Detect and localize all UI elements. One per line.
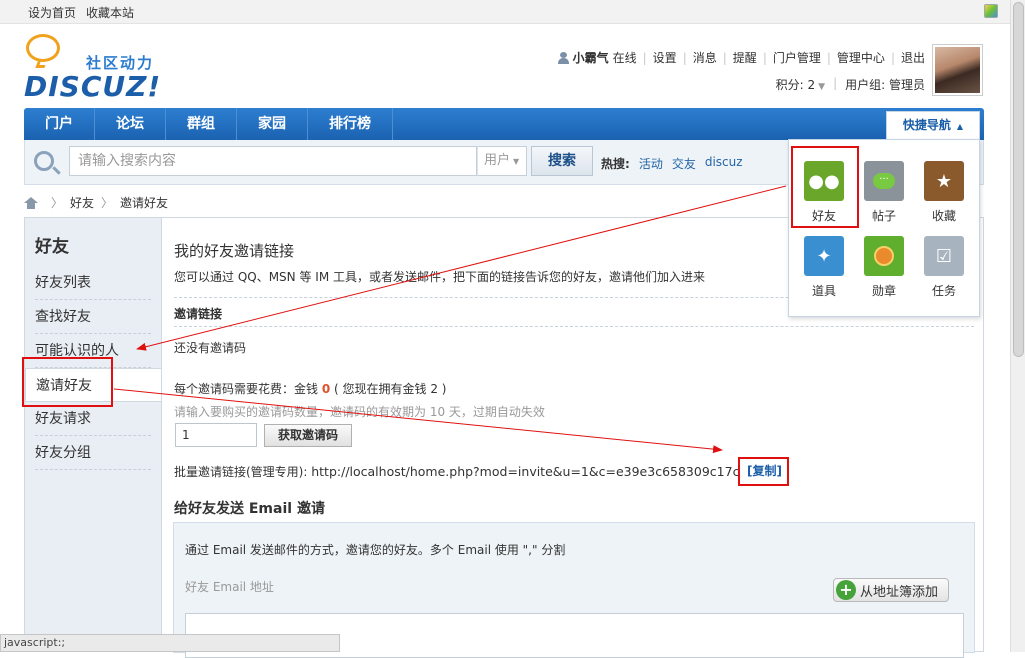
style-switch-icon[interactable] xyxy=(984,4,998,18)
hot-keyword[interactable]: 交友 xyxy=(672,155,696,172)
hot-searches: 热搜: 活动 交友 discuz xyxy=(601,155,743,172)
logout-link[interactable]: 退出 xyxy=(901,49,925,66)
portal-admin-link[interactable]: 门户管理 xyxy=(773,49,821,66)
quicknav-item-posts[interactable]: ··· 帖子 xyxy=(854,161,914,224)
username-link[interactable]: 小霸气 xyxy=(573,49,609,66)
nav-item-home[interactable]: 家园 xyxy=(237,108,308,140)
batch-invite-link-row: 批量邀请链接(管理专用): http://localhost/home.php?… xyxy=(174,464,740,479)
home-icon[interactable] xyxy=(24,196,38,209)
invite-quantity-input[interactable]: 1 xyxy=(175,423,257,447)
breadcrumb-friends[interactable]: 好友 xyxy=(70,194,94,211)
bookmark-site-link[interactable]: 收藏本站 xyxy=(86,4,134,21)
quicknav-item-tasks[interactable]: ☑ 任务 xyxy=(914,236,974,299)
quick-nav-button[interactable]: 快捷导航 ▲ xyxy=(886,111,980,140)
admin-center-link[interactable]: 管理中心 xyxy=(837,49,885,66)
nav-item-forum[interactable]: 论坛 xyxy=(95,108,166,140)
plus-icon: + xyxy=(836,580,856,600)
page-description: 您可以通过 QQ、MSN 等 IM 工具，或者发送邮件，把下面的链接告诉您的好友… xyxy=(174,270,705,284)
email-invite-heading: 给好友发送 Email 邀请 xyxy=(174,501,325,517)
magic-wand-icon: ✦ xyxy=(804,236,844,276)
messages-link[interactable]: 消息 xyxy=(693,49,717,66)
logo-wordmark: DISCUZ! xyxy=(24,70,162,103)
avatar[interactable] xyxy=(932,44,983,96)
chevron-down-icon: ▼ xyxy=(818,82,826,92)
online-status: 在线 xyxy=(612,51,637,65)
status-bar: javascript:; xyxy=(0,634,340,652)
page-title: 我的好友邀请链接 xyxy=(174,242,295,260)
sidebar-item-friend-list[interactable]: 好友列表 xyxy=(35,266,151,300)
divider xyxy=(174,326,974,327)
invite-hint: 请输入要购买的邀请码数量，邀请码的有效期为 10 天，过期自动失效 xyxy=(174,405,545,419)
hot-label: 热搜: xyxy=(601,157,630,171)
post-bubble-icon: ··· xyxy=(864,161,904,201)
sidebar-item-find-friends[interactable]: 查找好友 xyxy=(35,300,151,334)
search-icon xyxy=(34,151,54,171)
user-bar: 小霸气 在线 | 设置 | 消息 | 提醒 | 门户管理 | 管理中心 | 退出 xyxy=(557,49,925,66)
cost-value: 0 xyxy=(321,382,331,396)
quicknav-item-favorites[interactable]: ★ 收藏 xyxy=(914,161,974,224)
nav-item-ranking[interactable]: 排行榜 xyxy=(308,108,393,140)
nav-item-portal[interactable]: 门户 xyxy=(24,108,95,140)
invite-cost-text: 每个邀请码需要花费：金钱 0 ( 您现在拥有金钱 2 ) xyxy=(174,382,447,396)
hot-keyword[interactable]: 活动 xyxy=(639,155,663,172)
logo-bubble-icon xyxy=(26,34,60,62)
batch-invite-url[interactable]: http://localhost/home.php?mod=invite&u=1… xyxy=(311,464,739,479)
user-icon xyxy=(557,51,569,64)
annotation-box xyxy=(791,146,859,228)
email-invite-description: 通过 Email 发送邮件的方式，邀请您的好友。多个 Email 使用 "," … xyxy=(185,543,566,557)
annotation-box xyxy=(22,357,113,407)
email-field-label: 好友 Email 地址 xyxy=(185,580,274,594)
notifications-link[interactable]: 提醒 xyxy=(733,49,757,66)
sidebar: 好友 好友列表 查找好友 可能认识的人 邀请好友 好友请求 好友分组 xyxy=(24,217,162,652)
chevron-right-icon: 〉 xyxy=(51,196,64,210)
get-invite-code-button[interactable]: 获取邀请码 xyxy=(264,424,352,447)
search-scope-select[interactable]: 用户 ▼ xyxy=(477,146,527,176)
chevron-down-icon: ▼ xyxy=(513,157,520,166)
scrollbar-thumb[interactable] xyxy=(1013,2,1024,357)
set-homepage-link[interactable]: 设为首页 xyxy=(28,4,76,21)
no-invite-code-text: 还没有邀请码 xyxy=(174,341,247,355)
quicknav-item-medals[interactable]: 勋章 xyxy=(854,236,914,299)
search-input[interactable]: 请输入搜索内容 xyxy=(69,146,477,176)
nav-item-groups[interactable]: 群组 xyxy=(166,108,237,140)
breadcrumb-current: 邀请好友 xyxy=(120,196,169,210)
sidebar-item-friend-requests[interactable]: 好友请求 xyxy=(35,402,151,436)
user-group-link[interactable]: 用户组: 管理员 xyxy=(845,76,925,93)
settings-link[interactable]: 设置 xyxy=(653,49,677,66)
breadcrumb: 〉 好友 〉 邀请好友 xyxy=(24,194,168,211)
points-menu[interactable]: 积分: 2 ▼ xyxy=(776,76,825,93)
task-check-icon: ☑ xyxy=(924,236,964,276)
invite-link-heading: 邀请链接 xyxy=(174,307,223,321)
chevron-right-icon: 〉 xyxy=(101,196,114,210)
sidebar-item-friend-groups[interactable]: 好友分组 xyxy=(35,436,151,470)
vertical-scrollbar[interactable] xyxy=(1010,0,1025,652)
medal-icon xyxy=(864,236,904,276)
star-icon: ★ xyxy=(924,161,964,201)
site-logo[interactable]: 社区动力 DISCUZ! xyxy=(24,34,162,104)
hot-keyword[interactable]: discuz xyxy=(705,155,743,172)
user-stats: 积分: 2 ▼ | 用户组: 管理员 xyxy=(775,76,925,93)
main-nav: 门户 论坛 群组 家园 排行榜 快捷导航 ▲ xyxy=(24,108,984,140)
add-from-address-book-button[interactable]: + 从地址簿添加 xyxy=(833,578,949,602)
caret-up-icon: ▲ xyxy=(956,122,964,131)
quicknav-item-tools[interactable]: ✦ 道具 xyxy=(794,236,854,299)
sidebar-title: 好友 xyxy=(35,237,69,257)
annotation-box xyxy=(738,457,789,486)
search-button[interactable]: 搜索 xyxy=(531,146,593,176)
top-toolbar: 设为首页 收藏本站 xyxy=(0,0,1010,24)
